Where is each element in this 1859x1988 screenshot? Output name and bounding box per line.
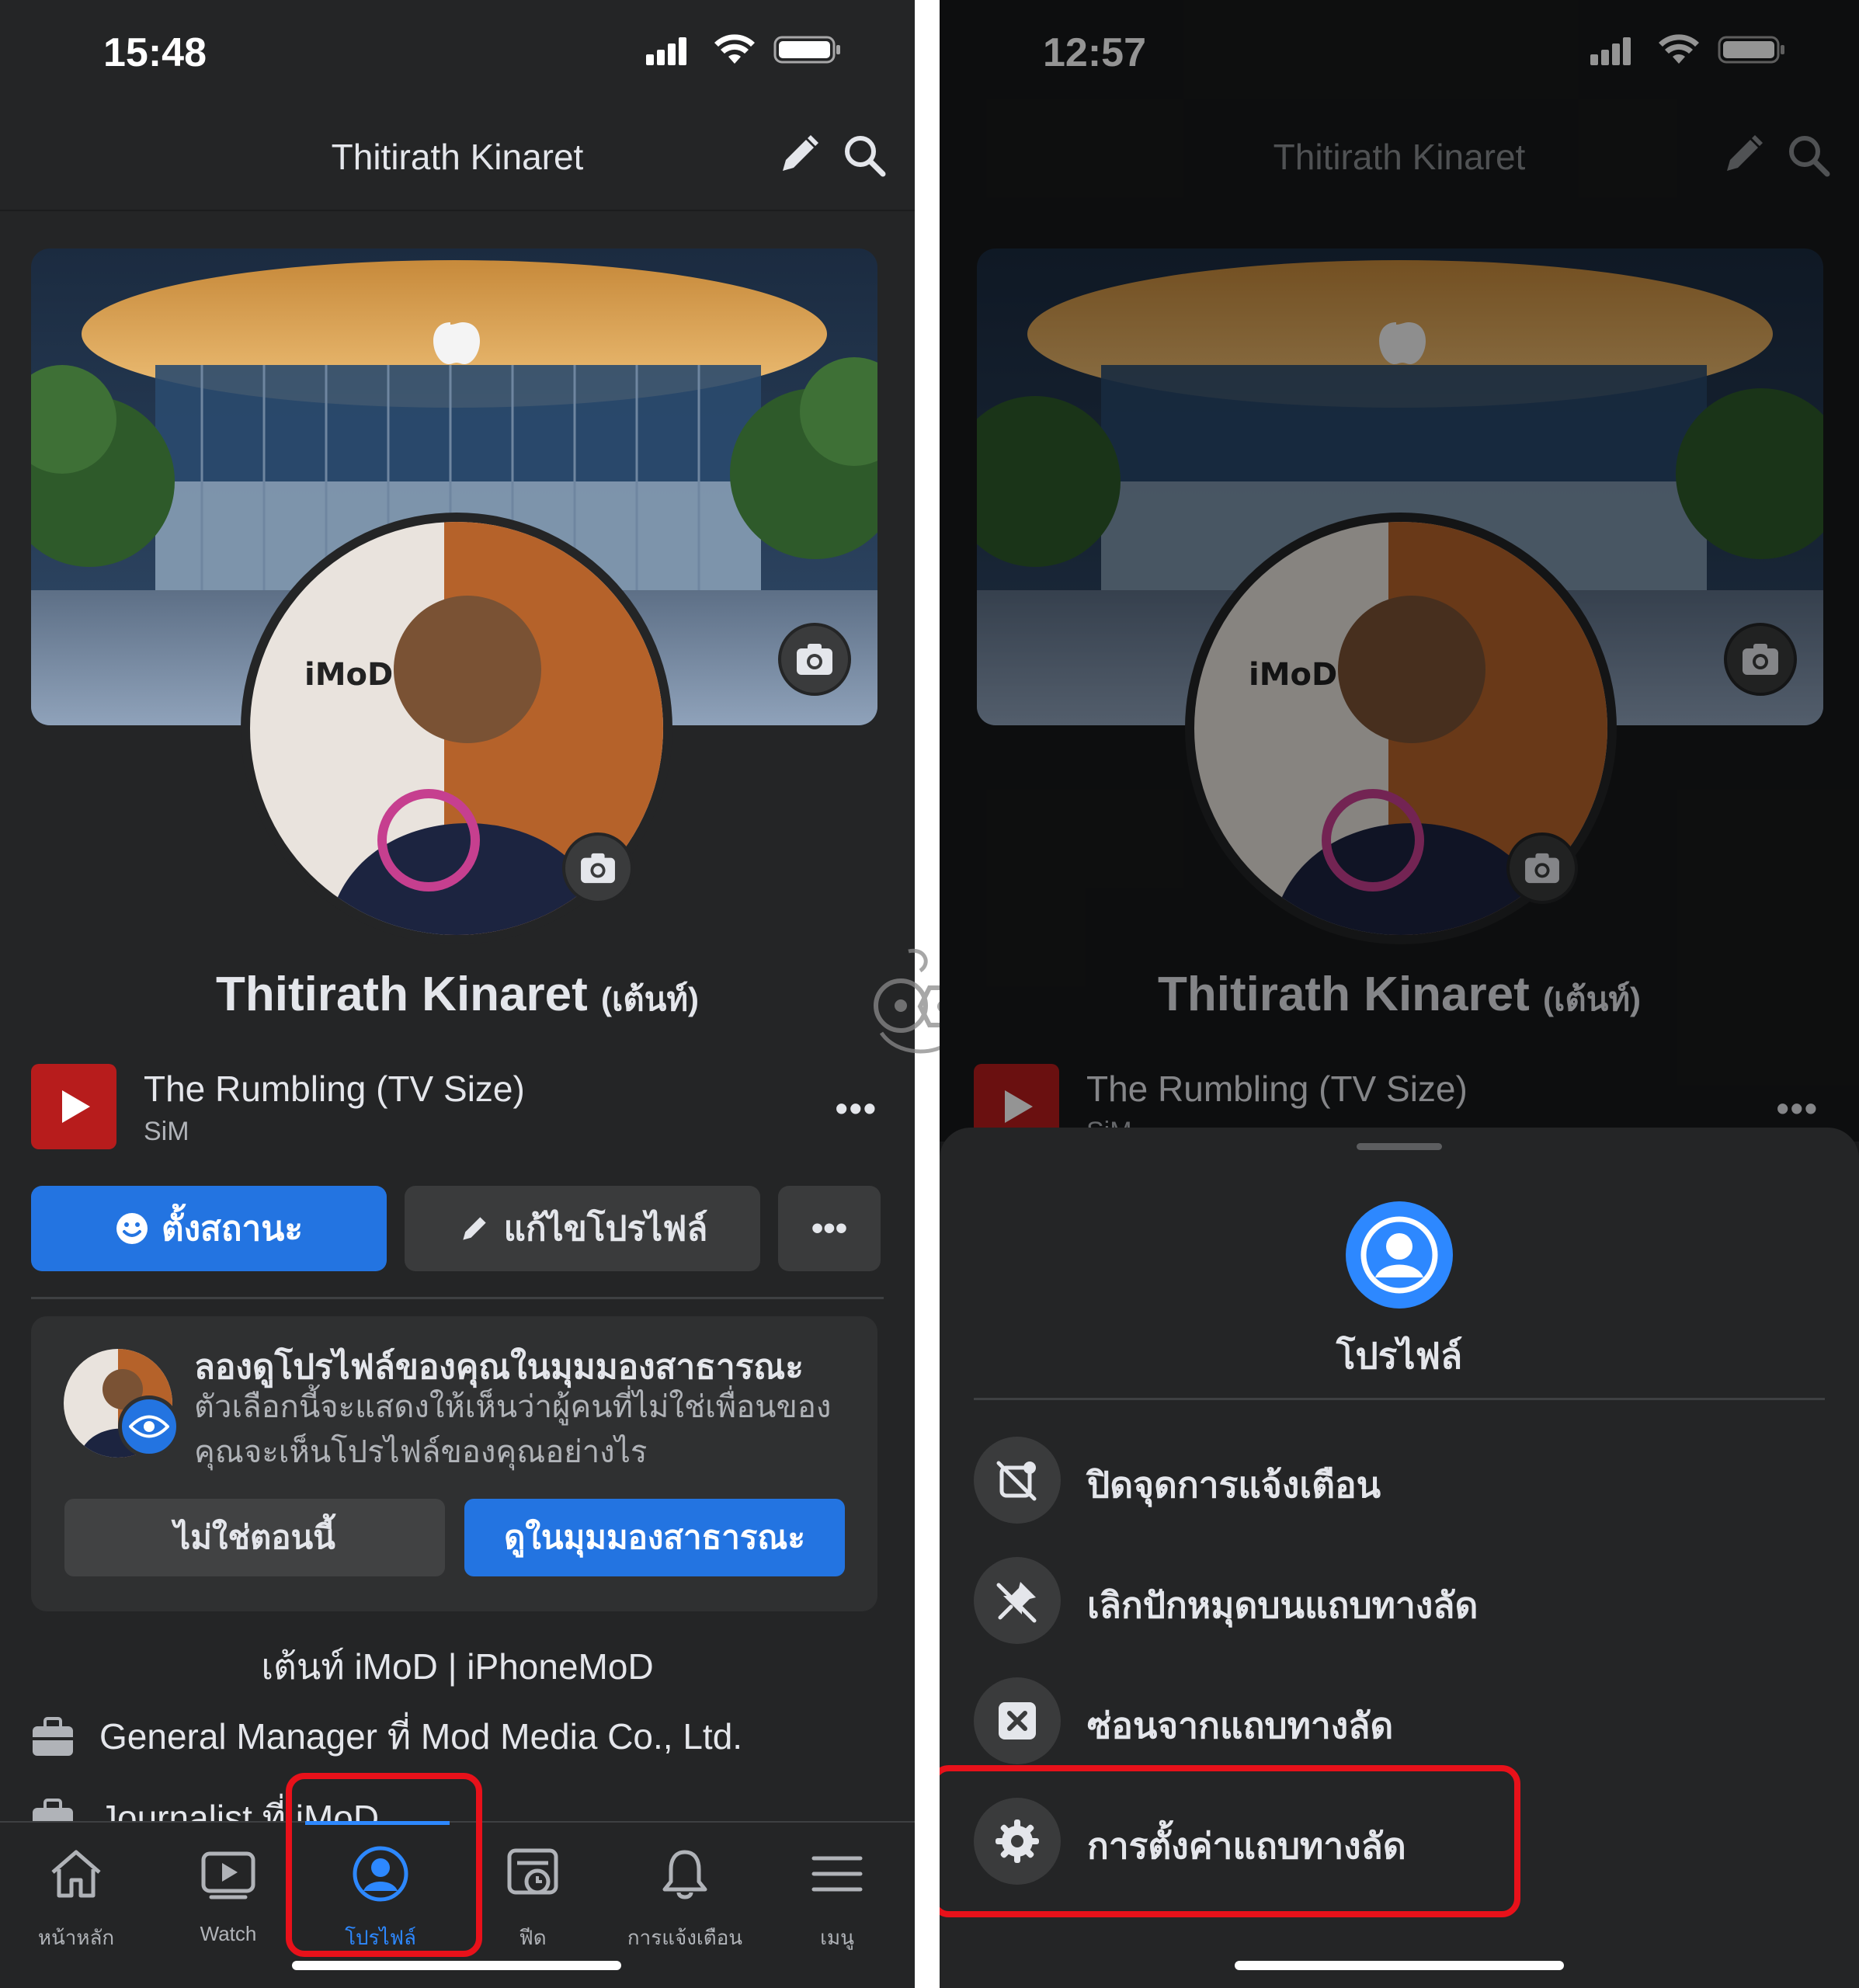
menu-item-icon (974, 1437, 1061, 1524)
wifi-icon (714, 34, 755, 64)
edit-cover-camera-button[interactable] (778, 623, 851, 696)
bell-icon (662, 1850, 707, 1899)
profile-action-row: ตั้งสถานะ แก้ไขโปรไฟล์ ••• (31, 1186, 884, 1271)
watch-icon (201, 1851, 255, 1899)
status-icons (646, 34, 843, 65)
status-bar: 15:48 (0, 0, 915, 109)
work-item-text: General Manager ที่ Mod Media Co., Ltd. (99, 1716, 743, 1757)
music-thumbnail (31, 1064, 116, 1149)
menu-item-icon (974, 1677, 1061, 1764)
tab-notifications[interactable]: การแจ้งเตือน (609, 1844, 761, 1949)
edit-profile-picture-camera-button[interactable] (562, 832, 634, 904)
sheet-title: โปรไฟล์ (1336, 1336, 1463, 1376)
modal-backdrop[interactable] (940, 0, 1859, 1142)
status-time: 15:48 (103, 30, 207, 75)
cellular-signal-icon (646, 37, 686, 65)
eye-badge (118, 1395, 180, 1458)
set-status-label: ตั้งสถานะ (162, 1210, 303, 1248)
search-icon[interactable] (841, 132, 888, 179)
battery-icon (773, 36, 840, 64)
briefcase-icon (33, 1716, 73, 1756)
notification-dot-off-icon (996, 1461, 1037, 1501)
work-item: General Manager ที่ Mod Media Co., Ltd. (31, 1708, 742, 1765)
highlight-shortcut-settings (940, 1765, 1520, 1917)
sheet-profile-icon (1346, 1201, 1453, 1309)
tab-menu[interactable]: เมนู (761, 1844, 913, 1949)
profile-nickname: (เต้นท์) (601, 981, 700, 1017)
set-status-button[interactable]: ตั้งสถานะ (31, 1186, 387, 1271)
pencil-icon (463, 1217, 486, 1240)
edit-pencil-icon[interactable] (775, 132, 822, 179)
menu-item-icon (974, 1557, 1061, 1644)
svg-text:iMoD: iMoD (304, 657, 393, 693)
profile-navbar: Thitirath Kinaret (0, 116, 915, 210)
menu-item-turn-off-notification-dots[interactable]: ปิดจุดการแจ้งเตือน (974, 1435, 1825, 1525)
edit-profile-label: แก้ไขโปรไฟล์ (503, 1210, 708, 1248)
menu-item-label: เลิกปักหมุดบนแถบทางลัด (1087, 1585, 1479, 1625)
profile-more-button[interactable]: ••• (778, 1186, 881, 1271)
hide-x-icon (999, 1702, 1036, 1740)
menu-item-label: ซ่อนจากแถบทางลัด (1087, 1705, 1394, 1746)
not-now-button[interactable]: ไม่ใช่ตอนนี้ (64, 1499, 445, 1576)
home-indicator (1235, 1961, 1564, 1970)
menu-item-label: ปิดจุดการแจ้งเตือน (1087, 1465, 1381, 1505)
section-divider (31, 1297, 884, 1299)
music-more-button[interactable]: ••• (836, 1087, 877, 1129)
home-icon (51, 1850, 101, 1898)
edit-profile-button[interactable]: แก้ไขโปรไฟล์ (405, 1186, 760, 1271)
hamburger-menu-icon (811, 1856, 863, 1892)
tab-home[interactable]: หน้าหลัก (0, 1844, 152, 1949)
tab-menu-label: เมนู (820, 1926, 854, 1949)
profile-bio: เต้นท์ iMoD | iPhoneMoD (261, 1646, 654, 1687)
comparison-screenshot: 15:48 Thitirath Kinaret iMoD Thitirath K… (0, 0, 1859, 1988)
camera-icon (581, 853, 615, 884)
feed-icon (507, 1848, 558, 1895)
menu-item-hide-from-shortcut-bar[interactable]: ซ่อนจากแถบทางลัด (974, 1676, 1825, 1766)
sheet-divider (974, 1398, 1825, 1400)
tab-home-label: หน้าหลัก (37, 1926, 115, 1949)
left-phone-screen: 15:48 Thitirath Kinaret iMoD Thitirath K… (0, 0, 915, 1988)
play-icon (62, 1090, 90, 1123)
tab-notifications-label: การแจ้งเตือน (627, 1926, 743, 1949)
public-view-card: ลองดูโปรไฟล์ของคุณในมุมมองสาธารณะ ตัวเลื… (31, 1316, 877, 1611)
music-title: The Rumbling (TV Size) (144, 1069, 525, 1109)
tab-watch[interactable]: Watch (152, 1844, 304, 1945)
camera-icon (797, 644, 832, 675)
profile-icon (1360, 1216, 1438, 1294)
tab-watch-label: Watch (200, 1922, 257, 1945)
profile-name-text: Thitirath Kinaret (215, 968, 588, 1021)
smile-icon (116, 1213, 148, 1244)
nav-divider (0, 210, 915, 211)
home-indicator (292, 1961, 621, 1970)
profile-name: Thitirath Kinaret (เต้นท์) (0, 967, 915, 1025)
sheet-grabber[interactable] (1357, 1143, 1442, 1150)
public-view-description: ตัวเลือกนี้จะแสดงให้เห็นว่าผู้คนที่ไม่ใช… (194, 1390, 832, 1469)
profile-music[interactable]: The Rumbling (TV Size) SiM ••• (31, 1064, 884, 1149)
eye-icon (129, 1415, 169, 1438)
right-phone-screen: 12:57 Thitirath Kinaret iMoD Thitirath K… (940, 0, 1859, 1988)
view-public-button[interactable]: ดูในมุมมองสาธารณะ (464, 1499, 845, 1576)
unpin-icon (996, 1582, 1037, 1623)
menu-item-unpin-from-shortcut-bar[interactable]: เลิกปักหมุดบนแถบทางลัด (974, 1555, 1825, 1646)
highlight-profile-tab (286, 1773, 482, 1957)
music-artist: SiM (144, 1117, 189, 1146)
